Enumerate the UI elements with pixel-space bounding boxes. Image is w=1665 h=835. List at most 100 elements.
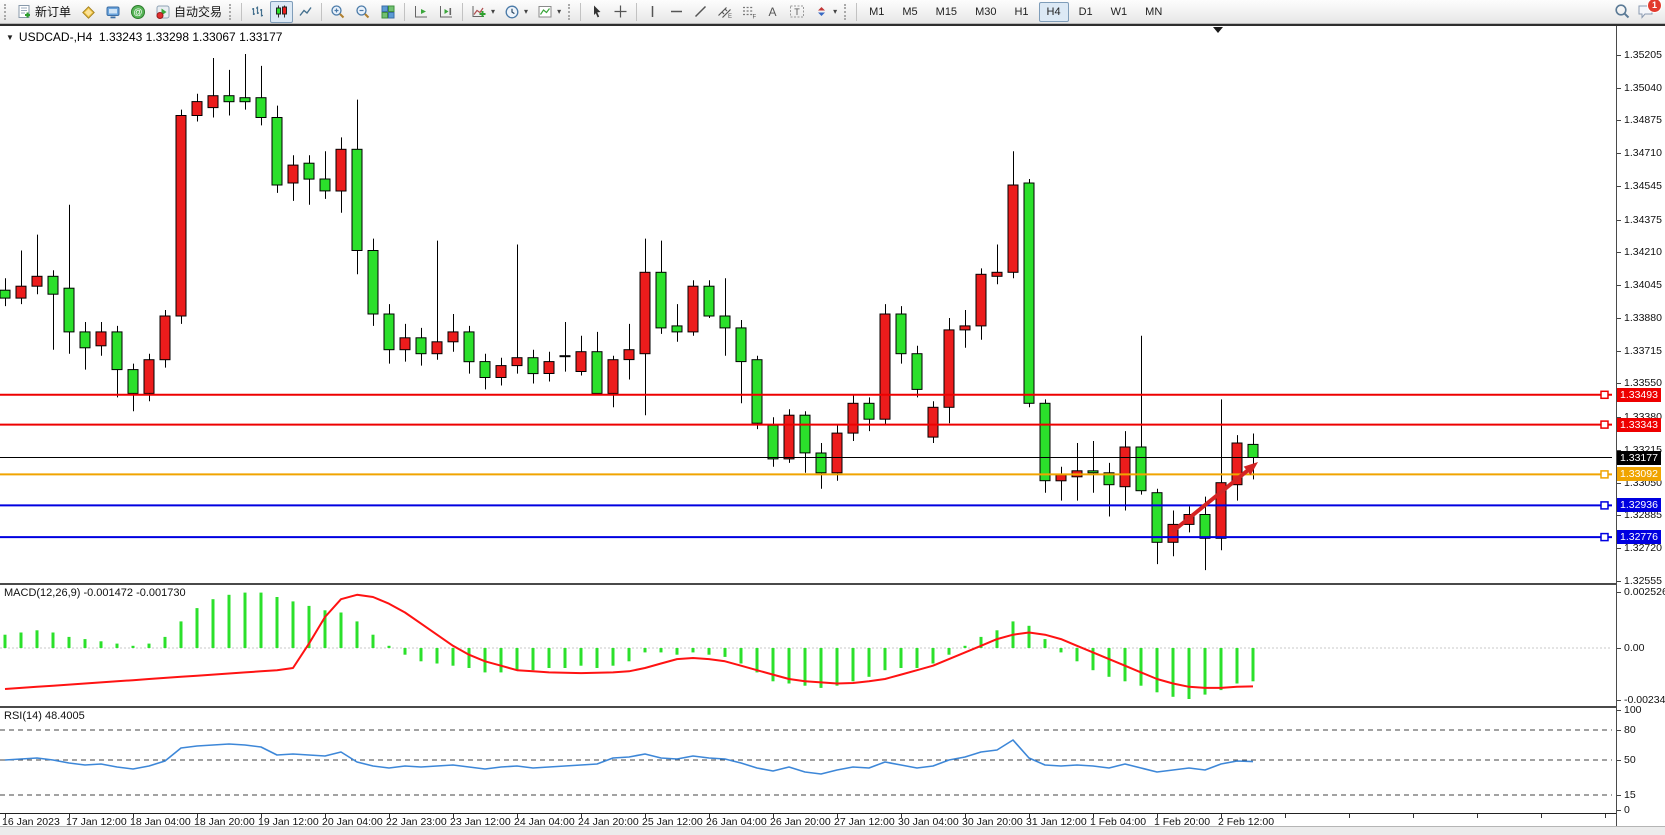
- hline-handle[interactable]: [1601, 391, 1608, 398]
- search-icon[interactable]: [1614, 3, 1631, 20]
- dropdown-arrow-icon[interactable]: ▾: [491, 7, 495, 16]
- timeframe-mn-button[interactable]: MN: [1137, 2, 1170, 22]
- periods-button[interactable]: ▾: [500, 1, 532, 23]
- arrows-button[interactable]: ▾: [810, 1, 841, 23]
- horizontal-line-button[interactable]: [665, 1, 688, 23]
- candle-body: [768, 425, 778, 459]
- candle-body: [512, 358, 522, 366]
- macd-bar: [1140, 648, 1143, 686]
- chart-window: ▼USDCAD-,H4 1.33243 1.33298 1.33067 1.33…: [0, 26, 1616, 826]
- candle-body: [624, 350, 634, 360]
- equidistant-channel-button[interactable]: E: [713, 1, 736, 23]
- candlestick-chart[interactable]: [0, 26, 1616, 583]
- crosshair-button[interactable]: [609, 1, 632, 23]
- toolbar-grip[interactable]: [844, 4, 850, 20]
- svg-text:F: F: [753, 15, 757, 20]
- fibonacci-icon: F: [741, 4, 756, 19]
- candle-body: [1152, 493, 1162, 543]
- indicators-button[interactable]: ▾: [467, 1, 499, 23]
- macd-panel[interactable]: MACD(12,26,9) -0.001472 -0.001730: [0, 583, 1616, 706]
- macd-bar: [756, 648, 759, 672]
- templates-button[interactable]: ▾: [533, 1, 565, 23]
- price-tick-mark: [1617, 153, 1621, 154]
- time-axis[interactable]: 16 Jan 202317 Jan 12:0018 Jan 04:0018 Ja…: [0, 813, 1616, 826]
- toolbar-grip[interactable]: [229, 4, 235, 20]
- timeframe-w1-button[interactable]: W1: [1103, 2, 1136, 22]
- macd-bar: [1156, 648, 1159, 692]
- hline-handle[interactable]: [1601, 421, 1608, 428]
- hline-handle[interactable]: [1601, 502, 1608, 509]
- chart-title[interactable]: ▼USDCAD-,H4 1.33243 1.33298 1.33067 1.33…: [6, 30, 282, 44]
- price-badge-1.32936: 1.32936: [1617, 498, 1661, 512]
- candle-body: [352, 149, 362, 250]
- timeframe-d1-button[interactable]: D1: [1071, 2, 1101, 22]
- notification-badge: 1: [1647, 0, 1662, 13]
- price-tick-label: 1.34710: [1624, 147, 1662, 159]
- timeframe-m1-button[interactable]: M1: [861, 2, 892, 22]
- tile-windows-button[interactable]: [376, 1, 400, 23]
- channel-icon: E: [717, 4, 732, 19]
- macd-bar: [948, 648, 951, 655]
- main-chart-panel[interactable]: ▼USDCAD-,H4 1.33243 1.33298 1.33067 1.33…: [0, 26, 1616, 583]
- hline-handle[interactable]: [1601, 471, 1608, 478]
- candle-body: [208, 96, 218, 108]
- timeframe-h1-button[interactable]: H1: [1006, 2, 1036, 22]
- virtual-hosting-button[interactable]: [101, 1, 125, 23]
- macd-bar: [852, 648, 855, 681]
- hline-handle[interactable]: [1601, 534, 1608, 541]
- price-badge-1.33343: 1.33343: [1617, 418, 1661, 432]
- toolbar-grip[interactable]: [568, 4, 574, 20]
- zoom-in-button[interactable]: [326, 1, 350, 23]
- rsi-chart[interactable]: [0, 708, 1616, 813]
- chart-selector-icon[interactable]: ▼: [6, 33, 14, 42]
- zoom-out-button[interactable]: [351, 1, 375, 23]
- chat-button[interactable]: 1: [1637, 3, 1655, 20]
- dropdown-arrow-icon[interactable]: ▾: [524, 7, 528, 16]
- new-order-button[interactable]: 新订单: [13, 1, 75, 23]
- macd-bar: [468, 648, 471, 668]
- timeframe-m15-button[interactable]: M15: [928, 2, 965, 22]
- cursor-button[interactable]: [585, 1, 608, 23]
- bar-chart-button[interactable]: [246, 1, 269, 23]
- fibonacci-button[interactable]: F: [737, 1, 760, 23]
- vertical-line-button[interactable]: [641, 1, 664, 23]
- timeframe-m5-button[interactable]: M5: [894, 2, 925, 22]
- toolbar-grip[interactable]: [4, 4, 10, 20]
- macd-bar: [676, 648, 679, 655]
- line-chart-button[interactable]: [294, 1, 317, 23]
- chart-shift-marker[interactable]: [1213, 27, 1223, 33]
- dropdown-arrow-icon[interactable]: ▾: [557, 7, 561, 16]
- main-toolbar: 新订单 @ 自动交易: [0, 0, 1665, 24]
- macd-bar: [20, 633, 23, 649]
- text-label-button[interactable]: T: [785, 1, 809, 23]
- market-button[interactable]: [76, 1, 100, 23]
- timeframe-m30-button[interactable]: M30: [967, 2, 1004, 22]
- auto-scroll-button[interactable]: [409, 1, 433, 23]
- candle-body: [544, 362, 554, 374]
- candle-body: [448, 332, 458, 342]
- macd-chart[interactable]: [0, 585, 1616, 706]
- separator: [241, 3, 242, 21]
- price-badge-1.33493: 1.33493: [1617, 388, 1661, 402]
- rsi-panel[interactable]: RSI(14) 48.4005: [0, 706, 1616, 813]
- candle-body: [176, 116, 186, 317]
- macd-bar: [452, 648, 455, 666]
- community-button[interactable]: @: [126, 1, 150, 23]
- line-chart-icon: [298, 4, 313, 19]
- timeframe-h4-button[interactable]: H4: [1039, 2, 1069, 22]
- trend-arrow-annotation[interactable]: [1172, 467, 1252, 532]
- candlestick-chart-button[interactable]: [270, 1, 293, 23]
- candle-body: [432, 342, 442, 354]
- macd-bar: [516, 648, 519, 670]
- macd-bar: [1236, 648, 1239, 684]
- chart-shift-button[interactable]: [434, 1, 458, 23]
- horizontal-line-icon: [669, 4, 684, 19]
- price-axis[interactable]: 1.352051.350401.348751.347101.345451.343…: [1616, 26, 1665, 826]
- text-button[interactable]: A: [761, 1, 784, 23]
- auto-trading-button[interactable]: 自动交易: [151, 1, 226, 23]
- dropdown-arrow-icon[interactable]: ▾: [833, 7, 837, 16]
- macd-bar: [1076, 648, 1079, 661]
- candle-body: [144, 360, 154, 394]
- trendline-button[interactable]: [689, 1, 712, 23]
- macd-bar: [148, 644, 151, 648]
